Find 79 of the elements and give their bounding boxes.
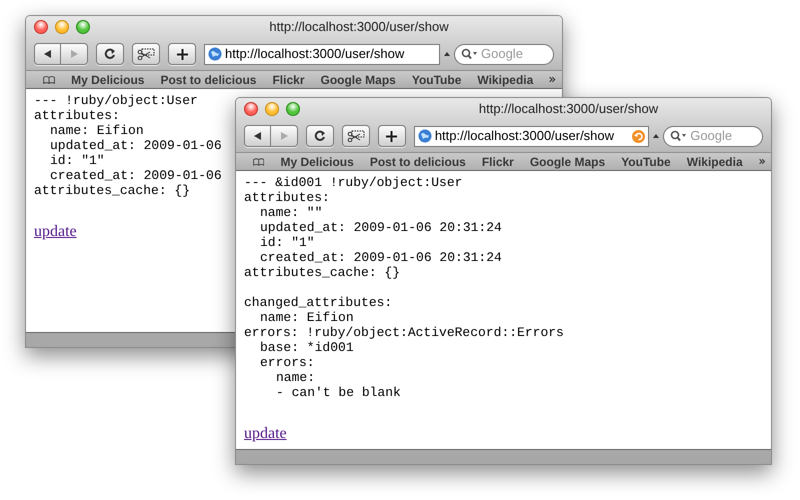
close-button[interactable] — [244, 102, 258, 116]
forward-icon — [69, 49, 79, 59]
address-field[interactable]: http://localhost:3000/user/show — [414, 126, 650, 146]
bookmark-link[interactable]: My Delicious — [280, 152, 354, 170]
code-line: --- !ruby/object:User — [34, 93, 198, 108]
code-line: errors: — [260, 355, 315, 370]
search-placeholder: Google — [690, 127, 732, 146]
code-line: name: "" — [260, 205, 322, 220]
code-line: attributes_cache: {} — [34, 183, 190, 198]
close-button[interactable] — [34, 20, 48, 34]
bookmark-link[interactable]: Flickr — [272, 70, 304, 88]
bookmark-link[interactable]: Wikipedia — [686, 152, 743, 170]
book-icon — [43, 74, 56, 86]
chevron-icon — [758, 157, 765, 166]
search-icon — [461, 48, 478, 60]
forward-icon — [279, 131, 289, 141]
bookmark-link[interactable]: Post to delicious — [160, 70, 256, 88]
code-line: errors: !ruby/object:ActiveRecord::Errors — [244, 325, 564, 340]
forward-button[interactable] — [61, 43, 88, 65]
bookmark-link[interactable]: Post to delicious — [370, 152, 466, 170]
bookmark-link[interactable]: YouTube — [621, 152, 671, 170]
globe-icon — [418, 129, 432, 143]
code-line: - can't be blank — [276, 385, 401, 400]
globe-icon — [208, 47, 222, 61]
book-icon — [253, 156, 264, 168]
search-placeholder: Google — [481, 45, 523, 64]
minimize-button[interactable] — [55, 20, 69, 34]
code-line: name: Eifion — [50, 123, 144, 138]
update-link[interactable]: update — [34, 220, 77, 244]
add-bookmark-button[interactable] — [378, 125, 406, 147]
reload-button[interactable] — [96, 43, 124, 65]
code-line: name: — [276, 370, 316, 385]
scissors-icon — [137, 48, 155, 60]
code-line: created_at: 2009-01-06 20:31:24 — [260, 250, 502, 265]
plus-icon — [386, 130, 398, 142]
caret-icon — [444, 51, 450, 57]
snippet-button[interactable] — [132, 43, 160, 65]
zoom-button[interactable] — [76, 20, 90, 34]
back-button[interactable] — [34, 43, 61, 65]
code-line: attributes: — [34, 108, 120, 123]
reload-icon — [314, 130, 326, 142]
address-field[interactable]: http://localhost:3000/user/show — [204, 44, 440, 64]
bookmark-link[interactable]: Google Maps — [530, 152, 606, 170]
back-icon — [252, 131, 262, 141]
forward-button[interactable] — [271, 125, 298, 147]
back-button[interactable] — [244, 125, 271, 147]
search-icon — [670, 130, 688, 142]
window-title: http://localhost:3000/user/show — [268, 18, 450, 36]
reload-icon — [104, 48, 116, 60]
add-bookmark-button[interactable] — [168, 43, 196, 65]
code-line: updated_at: 2009-01-06 — [50, 138, 222, 153]
zoom-button[interactable] — [286, 102, 300, 116]
snippet-button[interactable] — [342, 125, 370, 147]
code-line: changed_attributes: — [244, 295, 392, 310]
code-line: name: Eifion — [260, 310, 354, 325]
minimize-button[interactable] — [265, 102, 279, 116]
reload-button[interactable] — [306, 125, 334, 147]
chevron-icon — [549, 75, 556, 84]
window-title: http://localhost:3000/user/show — [478, 100, 660, 118]
bookmark-link[interactable]: Google Maps — [320, 70, 396, 88]
code-line: attributes_cache: {} — [244, 265, 400, 280]
code-line: created_at: 2009-01-06 — [50, 168, 222, 183]
code-line: attributes: — [244, 190, 330, 205]
update-link[interactable]: update — [244, 422, 287, 446]
url-text: http://localhost:3000/user/show — [225, 45, 406, 64]
scissors-icon — [346, 130, 365, 142]
bookmark-link[interactable]: Flickr — [482, 152, 514, 170]
code-line: base: *id001 — [260, 340, 354, 355]
bookmark-link[interactable]: YouTube — [412, 70, 462, 88]
caret-icon — [653, 133, 660, 139]
url-text: http://localhost:3000/user/show — [434, 127, 616, 146]
plus-icon — [176, 48, 188, 60]
code-line: id: "1" — [50, 153, 105, 168]
back-icon — [42, 49, 52, 59]
bookmark-link[interactable]: Wikipedia — [477, 70, 534, 88]
bookmark-link[interactable]: My Delicious — [71, 70, 144, 88]
code-line: --- &id001 !ruby/object:User — [244, 175, 462, 190]
code-line: updated_at: 2009-01-06 20:31:24 — [260, 220, 502, 235]
code-line: id: "1" — [260, 235, 315, 250]
